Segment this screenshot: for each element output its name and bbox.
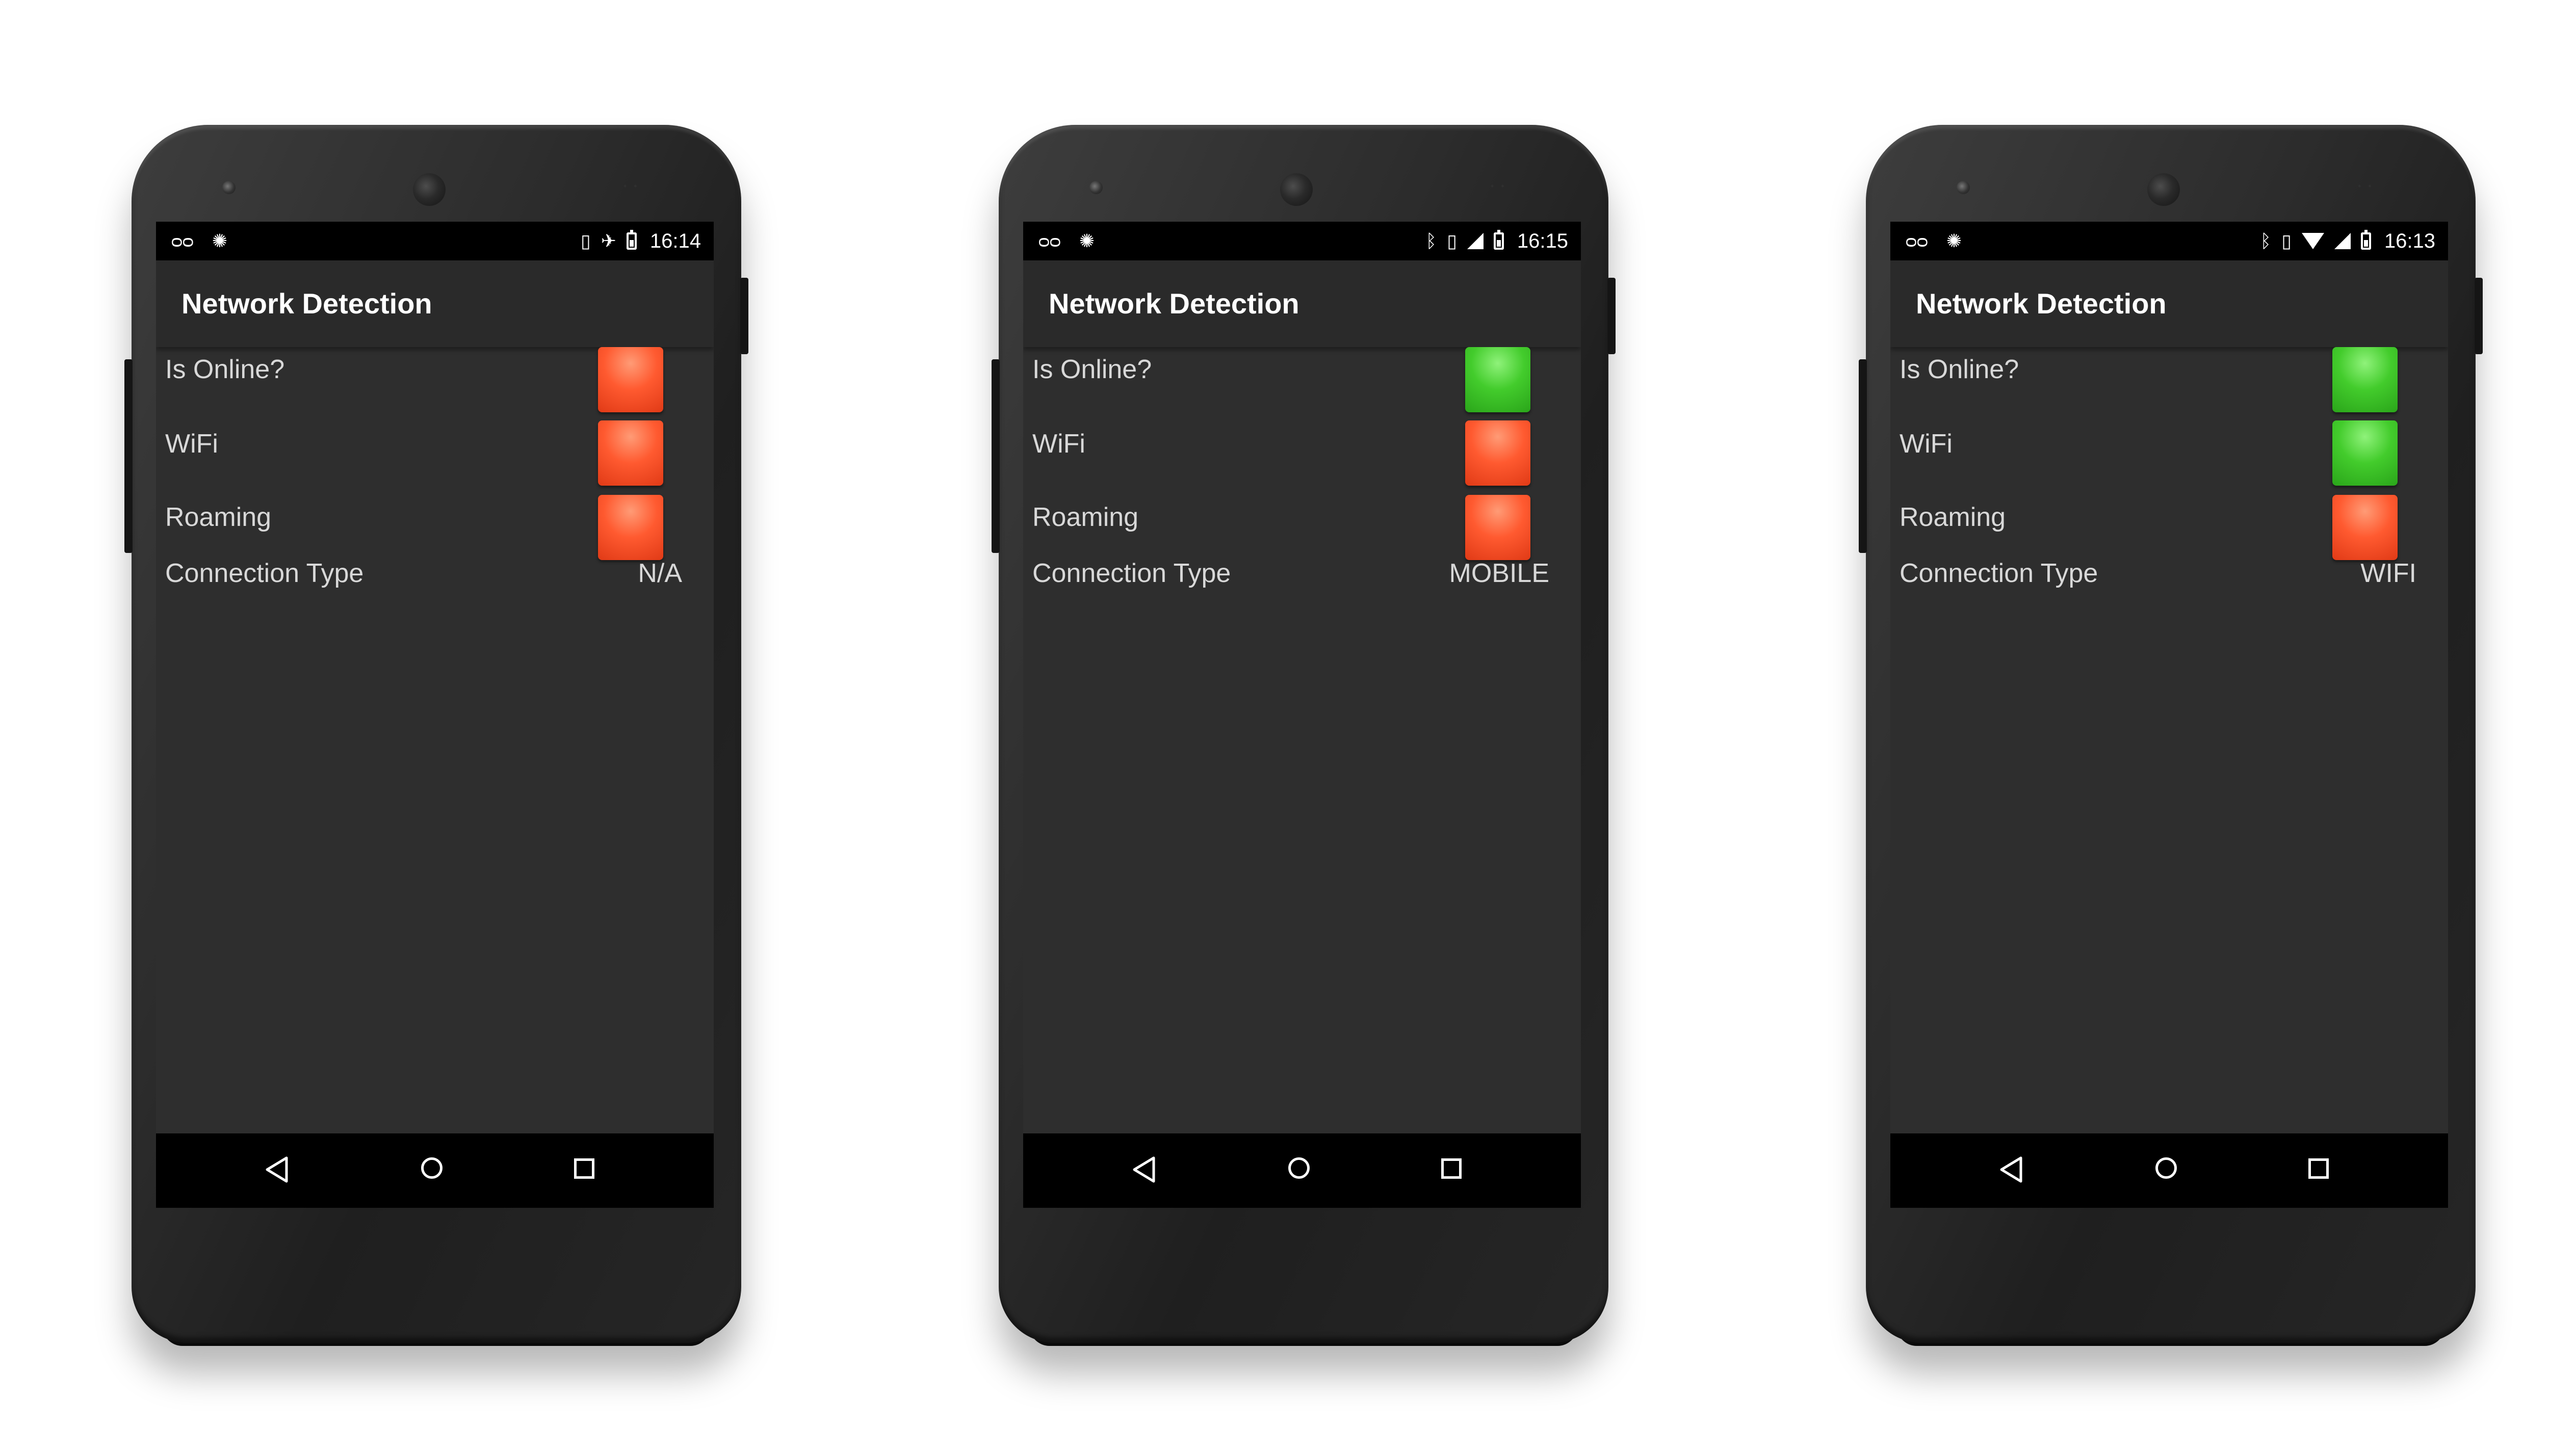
power-button (2475, 278, 2483, 354)
battery-charging-icon (2360, 230, 2371, 250)
status-clock: 16:14 (649, 230, 701, 252)
indicator-roaming (1465, 495, 1530, 560)
indicator-is-online (1465, 347, 1530, 412)
bluetooth-icon: ᛒ (1425, 230, 1437, 251)
home-icon[interactable] (1288, 1157, 1310, 1179)
action-bar: Network Detection (156, 260, 714, 347)
label-is-online: Is Online? (165, 355, 285, 384)
volume-button (992, 359, 1000, 553)
status-clock: 16:13 (2384, 230, 2435, 252)
label-wifi: WiFi (1900, 429, 1953, 459)
battery-charging-icon (626, 230, 637, 250)
recent-apps-icon[interactable] (574, 1158, 594, 1179)
label-connection-type: Connection Type (1032, 559, 1231, 588)
recent-apps-icon[interactable] (2308, 1158, 2329, 1179)
indicator-is-online (2332, 347, 2398, 412)
label-roaming: Roaming (165, 502, 272, 532)
home-icon[interactable] (421, 1157, 443, 1179)
status-clock: 16:15 (1517, 230, 1568, 252)
proximity-sensor: •• (2358, 181, 2379, 191)
airplane-mode-icon: ✈ (601, 230, 616, 251)
vibrate-icon: ▯ (2281, 230, 2292, 251)
battery-charging-icon (1493, 230, 1504, 250)
power-button (1607, 278, 1616, 354)
proximity-sensor: •• (623, 181, 644, 191)
indicator-wifi (598, 420, 663, 486)
status-bar: ᴑᴑ ✺ ᛒ ▯ 16:15 (1023, 222, 1581, 260)
status-bar: ᴑᴑ ✺ ▯ ✈ 16:14 (156, 222, 714, 260)
volume-button (1859, 359, 1867, 553)
wifi-signal-icon (2301, 233, 2324, 249)
android-debug-icon: ✺ (212, 230, 227, 251)
power-button (740, 278, 748, 354)
connection-type-value: N/A (638, 559, 682, 588)
vibrate-icon: ▯ (1447, 230, 1457, 251)
voicemail-icon: ᴑᴑ (1906, 230, 1928, 251)
status-bar: ᴑᴑ ✺ ᛒ ▯ 16:13 (1890, 222, 2448, 260)
indicator-is-online (598, 347, 663, 412)
volume-button (124, 359, 133, 553)
earpiece-speaker (2147, 173, 2180, 206)
front-camera (1089, 181, 1103, 194)
app-title: Network Detection (1049, 287, 1299, 320)
action-bar: Network Detection (1890, 260, 2448, 347)
proximity-sensor: •• (1491, 181, 1512, 191)
screen: ᴑᴑ ✺ ᛒ ▯ 16:15 Network Detection Is Onli… (1023, 222, 1581, 1208)
earpiece-speaker (413, 173, 446, 206)
earpiece-speaker (1280, 173, 1313, 206)
recent-apps-icon[interactable] (1441, 1158, 1462, 1179)
label-wifi: WiFi (1032, 429, 1085, 459)
screen: ᴑᴑ ✺ ▯ ✈ 16:14 Network Detection Is Onli… (156, 222, 714, 1208)
cell-signal-icon (1467, 233, 1484, 249)
label-wifi: WiFi (165, 429, 218, 459)
navigation-bar (156, 1133, 714, 1208)
indicator-roaming (598, 495, 663, 560)
home-icon[interactable] (2155, 1157, 2177, 1179)
vibrate-icon: ▯ (580, 230, 591, 251)
label-connection-type: Connection Type (165, 559, 364, 588)
voicemail-icon: ᴑᴑ (171, 230, 194, 251)
bluetooth-icon: ᛒ (2260, 230, 2272, 251)
front-camera (222, 181, 236, 194)
action-bar: Network Detection (1023, 260, 1581, 347)
indicator-roaming (2332, 495, 2398, 560)
app-title: Network Detection (1916, 287, 2167, 320)
back-icon[interactable] (1131, 1156, 1157, 1183)
phone-1: •• ᴑᴑ ✺ ▯ ✈ 16:14 Network Detection Is O… (124, 125, 748, 1346)
app-title: Network Detection (181, 287, 432, 320)
back-icon[interactable] (264, 1156, 290, 1183)
label-is-online: Is Online? (1900, 355, 2019, 384)
phone-2: •• ᴑᴑ ✺ ᛒ ▯ 16:15 Network Detection Is O… (992, 125, 1616, 1346)
label-is-online: Is Online? (1032, 355, 1152, 384)
android-debug-icon: ✺ (1946, 230, 1962, 251)
label-connection-type: Connection Type (1900, 559, 2098, 588)
cell-signal-icon (2334, 233, 2351, 249)
screen: ᴑᴑ ✺ ᛒ ▯ 16:13 Network Detection Is Onli… (1890, 222, 2448, 1208)
phone-3: •• ᴑᴑ ✺ ᛒ ▯ 16:13 Network Detection Is O… (1859, 125, 2483, 1346)
label-roaming: Roaming (1032, 502, 1139, 532)
connection-type-value: MOBILE (1449, 559, 1550, 588)
indicator-wifi (1465, 420, 1530, 486)
android-debug-icon: ✺ (1079, 230, 1095, 251)
indicator-wifi (2332, 420, 2398, 486)
label-roaming: Roaming (1900, 502, 2006, 532)
navigation-bar (1890, 1133, 2448, 1208)
navigation-bar (1023, 1133, 1581, 1208)
back-icon[interactable] (1998, 1156, 2024, 1183)
front-camera (1957, 181, 1970, 194)
connection-type-value: WIFI (2360, 559, 2416, 588)
voicemail-icon: ᴑᴑ (1038, 230, 1061, 251)
